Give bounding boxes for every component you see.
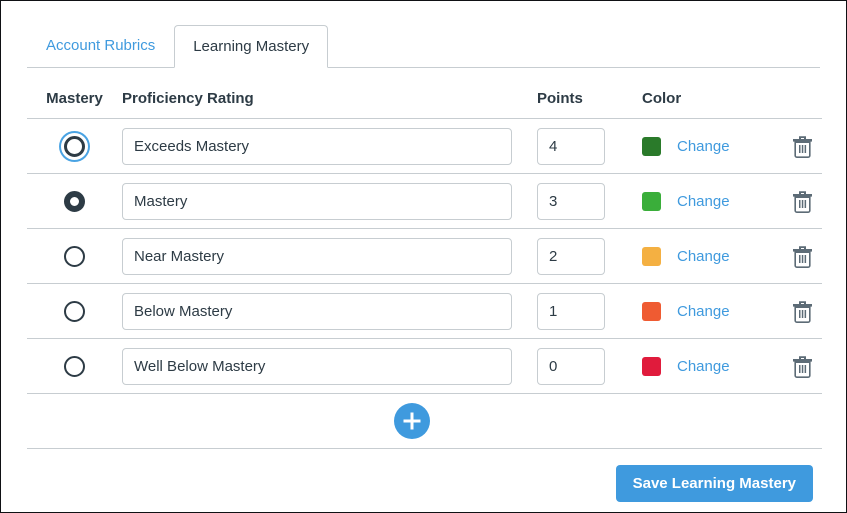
color-swatch	[642, 356, 661, 376]
delete-rating-button[interactable]	[792, 355, 813, 378]
trash-icon	[792, 190, 812, 213]
table-row: Change	[27, 119, 822, 174]
mastery-radio[interactable]	[64, 190, 85, 212]
mastery-radio[interactable]	[64, 355, 85, 377]
color-cell: Change	[642, 191, 782, 211]
color-cell: Change	[642, 356, 782, 376]
proficiency-rating-input[interactable]	[122, 347, 512, 385]
delete-rating-button[interactable]	[792, 190, 813, 213]
proficiency-rating-cell	[122, 347, 537, 385]
color-swatch	[642, 246, 661, 266]
points-input[interactable]	[537, 292, 605, 330]
column-header-color: Color	[642, 90, 682, 107]
table-row: Change	[27, 174, 822, 229]
tab-learning-mastery-label: Learning Mastery	[193, 38, 310, 55]
column-header-proficiency-rating: Proficiency Rating	[122, 90, 254, 107]
points-cell	[537, 127, 642, 165]
delete-rating-button[interactable]	[792, 300, 813, 323]
change-color-link[interactable]: Change	[677, 249, 730, 264]
add-rating-row	[27, 394, 822, 449]
color-swatch	[642, 301, 661, 321]
table-row: Change	[27, 284, 822, 339]
mastery-radio[interactable]	[64, 135, 85, 157]
mastery-radio-cell	[27, 135, 122, 157]
change-color-link[interactable]: Change	[677, 359, 730, 374]
mastery-radio-cell	[27, 190, 122, 212]
tab-learning-mastery[interactable]: Learning Mastery	[174, 25, 329, 68]
proficiency-rating-input[interactable]	[122, 182, 512, 220]
delete-rating-button[interactable]	[792, 245, 813, 268]
proficiency-ratings-table: Mastery Proficiency Rating Points Color …	[27, 79, 822, 512]
color-swatch	[642, 191, 661, 211]
points-cell	[537, 237, 642, 275]
tab-account-rubrics[interactable]: Account Rubrics	[27, 24, 174, 67]
mastery-radio-cell	[27, 300, 122, 322]
mastery-radio-cell	[27, 245, 122, 267]
column-header-points: Points	[537, 90, 583, 107]
column-header-mastery: Mastery	[46, 90, 103, 107]
change-color-link[interactable]: Change	[677, 139, 730, 154]
proficiency-rating-input[interactable]	[122, 127, 512, 165]
mastery-radio-cell	[27, 355, 122, 377]
delete-cell	[782, 135, 822, 158]
proficiency-rating-cell	[122, 182, 537, 220]
trash-icon	[792, 300, 812, 323]
delete-cell	[782, 190, 822, 213]
delete-cell	[782, 245, 822, 268]
color-swatch	[642, 136, 661, 156]
trash-icon	[792, 135, 812, 158]
proficiency-rating-cell	[122, 292, 537, 330]
proficiency-rating-input[interactable]	[122, 237, 512, 275]
color-cell: Change	[642, 136, 782, 156]
points-input[interactable]	[537, 127, 605, 165]
points-input[interactable]	[537, 347, 605, 385]
change-color-link[interactable]: Change	[677, 304, 730, 319]
points-cell	[537, 182, 642, 220]
learning-mastery-page: Account Rubrics Learning Mastery Mastery…	[0, 0, 847, 513]
proficiency-rating-input[interactable]	[122, 292, 512, 330]
delete-rating-button[interactable]	[792, 135, 813, 158]
table-row: Change	[27, 229, 822, 284]
tab-account-rubrics-label: Account Rubrics	[46, 37, 156, 54]
points-input[interactable]	[537, 182, 605, 220]
delete-cell	[782, 355, 822, 378]
save-learning-mastery-button[interactable]: Save Learning Mastery	[615, 464, 813, 502]
trash-icon	[792, 355, 812, 378]
proficiency-rating-cell	[122, 127, 537, 165]
proficiency-rating-cell	[122, 237, 537, 275]
points-cell	[537, 347, 642, 385]
tab-bar: Account Rubrics Learning Mastery	[27, 24, 820, 68]
color-cell: Change	[642, 246, 782, 266]
mastery-radio[interactable]	[64, 245, 85, 267]
color-cell: Change	[642, 301, 782, 321]
change-color-link[interactable]: Change	[677, 194, 730, 209]
points-input[interactable]	[537, 237, 605, 275]
trash-icon	[792, 245, 812, 268]
table-row: Change	[27, 339, 822, 394]
add-rating-button[interactable]	[394, 403, 430, 439]
form-footer: Save Learning Mastery	[27, 449, 822, 512]
mastery-radio[interactable]	[64, 300, 85, 322]
table-header-row: Mastery Proficiency Rating Points Color	[27, 79, 822, 119]
points-cell	[537, 292, 642, 330]
delete-cell	[782, 300, 822, 323]
